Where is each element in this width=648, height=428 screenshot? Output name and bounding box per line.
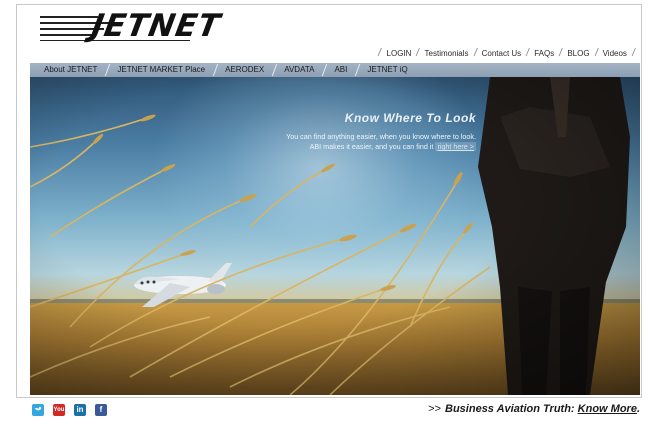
nav-avdata[interactable]: AVDATA (274, 63, 324, 77)
nav-separator: / (558, 47, 564, 59)
nav-separator: / (415, 47, 421, 59)
hero-banner[interactable]: Know Where To Look You can find anything… (30, 77, 640, 395)
nav-jetnet-iq[interactable]: JETNET iQ (357, 63, 417, 77)
twitter-icon[interactable] (32, 404, 44, 416)
nav-about-jetnet[interactable]: About JETNET (30, 63, 107, 77)
videos-link[interactable]: Videos (603, 49, 627, 58)
youtube-icon[interactable]: You (53, 404, 65, 416)
facebook-icon[interactable]: f (95, 404, 107, 416)
linkedin-icon[interactable]: in (74, 404, 86, 416)
hero-copy-line2-text: ABI makes it easier, and you can find it (309, 142, 436, 151)
nav-separator: / (525, 47, 531, 59)
nav-aerodex[interactable]: AERODEX (215, 63, 274, 77)
contact-us-link[interactable]: Contact Us (482, 49, 522, 58)
nav-separator: / (377, 47, 383, 59)
right-here-link[interactable]: right here > (435, 142, 476, 151)
nav-separator: / (593, 47, 599, 59)
testimonials-link[interactable]: Testimonials (425, 49, 469, 58)
logo-speed-line (40, 34, 94, 36)
blog-link[interactable]: BLOG (567, 49, 589, 58)
nav-separator: / (631, 47, 636, 59)
hero-copy-line1: You can find anything easier, when you k… (286, 132, 476, 141)
jetnet-logo[interactable]: JETNET (40, 8, 240, 44)
hero-copy: You can find anything easier, when you k… (246, 132, 476, 152)
hero-copy-line2: ABI makes it easier, and you can find it… (246, 142, 476, 152)
logo-speed-line (40, 16, 98, 18)
nav-separator: / (472, 47, 478, 59)
nav-abi[interactable]: ABI (324, 63, 357, 77)
tagline-suffix: . (636, 403, 640, 415)
top-utility-nav: / LOGIN / Testimonials / Contact Us / FA… (373, 46, 640, 60)
faqs-link[interactable]: FAQs (534, 49, 554, 58)
tagline-text: Business Aviation Truth: (445, 403, 578, 415)
tagline-prefix: >> (428, 403, 442, 415)
login-link[interactable]: LOGIN (387, 49, 412, 58)
hero-vignette (30, 77, 640, 395)
social-links: You in f (32, 404, 107, 416)
nav-jetnet-market-place[interactable]: JETNET MARKET Place (107, 63, 215, 77)
main-nav-bar: About JETNET JETNET MARKET Place AERODEX… (30, 63, 640, 77)
know-more-link[interactable]: Know More (578, 403, 637, 415)
logo-text: JETNET (88, 8, 224, 44)
footer-tagline: >> Business Aviation Truth: Know More. (428, 403, 640, 415)
hero-headline: Know Where To Look (344, 111, 476, 125)
twitter-bird-icon (35, 406, 42, 411)
